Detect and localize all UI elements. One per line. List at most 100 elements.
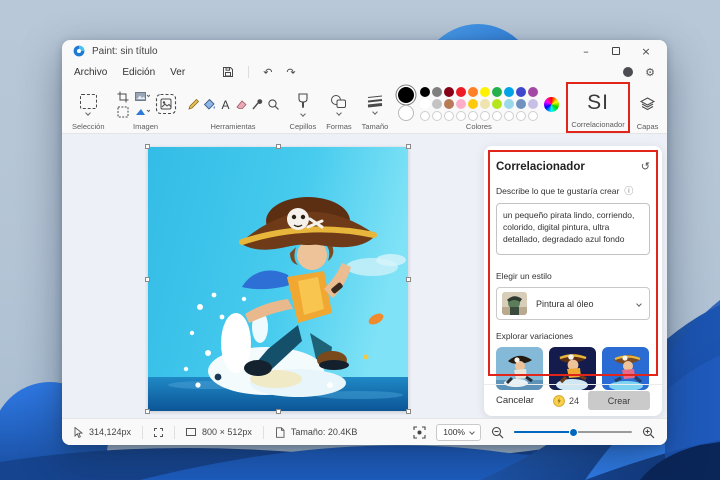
resize-image-icon[interactable] [135,91,150,102]
color-swatch[interactable] [492,99,502,109]
crop-icon[interactable] [117,91,129,103]
account-avatar[interactable] [623,67,633,77]
color-swatch[interactable] [516,87,526,97]
color-swatch[interactable] [444,99,454,109]
color-swatch[interactable] [444,111,454,121]
color-swatch[interactable] [420,111,430,121]
chevron-down-icon[interactable] [372,109,378,115]
color-swatch[interactable] [528,87,538,97]
zoom-in-icon[interactable] [642,426,655,439]
zoom-slider[interactable] [514,427,632,437]
edit-colors-wheel-icon[interactable] [544,97,559,112]
pirate-artwork [148,147,408,411]
info-icon[interactable]: ⓘ [624,184,633,197]
selection-handle[interactable] [406,409,411,414]
color-swatch[interactable] [420,87,430,97]
color-swatch[interactable] [432,99,442,109]
color-swatch[interactable] [516,99,526,109]
color-swatch[interactable] [528,99,538,109]
color-swatch[interactable] [468,99,478,109]
brush-icon[interactable] [296,93,310,110]
titlebar[interactable]: Paint: sin título – × [62,40,667,62]
color-swatch[interactable] [468,111,478,121]
line-size-icon[interactable] [366,94,384,108]
cocreator-button[interactable]: SI [587,86,609,120]
chevron-down-icon[interactable] [300,111,306,117]
chevron-down-icon[interactable] [85,110,91,116]
selection-handle[interactable] [145,409,150,414]
close-button[interactable]: × [631,40,661,62]
chevron-down-icon [469,429,475,435]
credits-count: 24 [569,396,579,406]
select-all-icon[interactable] [117,106,129,118]
section-caption: Tamaño [362,122,389,131]
section-caption: Selección [72,122,105,131]
shapes-icon[interactable] [330,94,347,109]
eraser-icon[interactable] [235,98,248,111]
color-swatch[interactable] [432,111,442,121]
color-swatch[interactable] [504,111,514,121]
selection-handle[interactable] [145,144,150,149]
fit-to-screen-icon[interactable] [413,426,426,439]
rotate-flip-icon[interactable] [135,106,150,117]
chevron-down-icon[interactable] [336,110,342,116]
style-thumbnail [502,292,527,315]
menu-ver[interactable]: Ver [170,67,185,78]
zoom-level-select[interactable]: 100% [436,424,481,441]
selection-handle[interactable] [145,277,150,282]
section-formas: Formas [321,82,356,133]
color-swatch[interactable] [444,87,454,97]
pencil-icon[interactable] [187,98,200,111]
color-swatch[interactable] [456,111,466,121]
selection-handle[interactable] [406,144,411,149]
color-swatch[interactable] [456,99,466,109]
color-swatch[interactable] [480,87,490,97]
color-grid [420,87,538,121]
zoom-out-icon[interactable] [491,426,504,439]
canvas-image[interactable] [148,147,408,411]
maximize-button[interactable] [601,40,631,62]
color-swatch[interactable] [480,99,490,109]
magnifier-tool-icon[interactable] [267,98,280,111]
redo-icon[interactable]: ↷ [286,67,295,78]
minimize-button[interactable]: – [571,40,601,62]
color-swatch[interactable] [468,87,478,97]
color-swatch[interactable] [456,87,466,97]
statusbar: 314,124px 800 × 512px Tamaño: 20.4KB [62,418,667,445]
color-swatch[interactable] [504,99,514,109]
cancel-button[interactable]: Cancelar [496,395,534,406]
color-swatch[interactable] [492,111,502,121]
prompt-input[interactable]: un pequeño pirata lindo, corriendo, colo… [496,203,650,255]
settings-gear-icon[interactable]: ⚙ [645,66,655,79]
ai-image-tool-icon[interactable] [155,93,177,115]
fill-bucket-icon[interactable] [203,98,216,111]
menu-edicion[interactable]: Edición [122,67,155,78]
save-icon[interactable] [222,66,234,78]
ribbon-toolbar: Selección [62,82,667,134]
layers-icon[interactable] [639,96,656,113]
variations-label: Explorar variaciones [496,331,573,341]
selection-handle[interactable] [276,409,281,414]
credits-coin-icon [553,395,565,407]
history-icon[interactable]: ↺ [641,160,650,173]
color-swatch[interactable] [528,111,538,121]
undo-icon[interactable]: ↶ [263,67,272,78]
color-swatch[interactable] [516,111,526,121]
color-swatch[interactable] [492,87,502,97]
primary-color-swatch[interactable] [398,87,414,103]
color-picker-icon[interactable] [251,98,264,111]
selection-handle[interactable] [276,144,281,149]
text-tool-icon[interactable]: A [219,98,232,111]
color-swatch[interactable] [480,111,490,121]
selection-tool-icon[interactable] [80,94,97,109]
zoom-slider-handle[interactable] [569,428,578,437]
create-button[interactable]: Crear [588,391,650,410]
selection-handle[interactable] [406,277,411,282]
color-swatch[interactable] [420,99,430,109]
menu-archivo[interactable]: Archivo [74,67,107,78]
secondary-color-swatch[interactable] [398,105,414,121]
color-swatch[interactable] [432,87,442,97]
style-dropdown[interactable]: Pintura al óleo [496,287,650,320]
color-swatch[interactable] [504,87,514,97]
section-imagen: Imagen [110,82,182,133]
